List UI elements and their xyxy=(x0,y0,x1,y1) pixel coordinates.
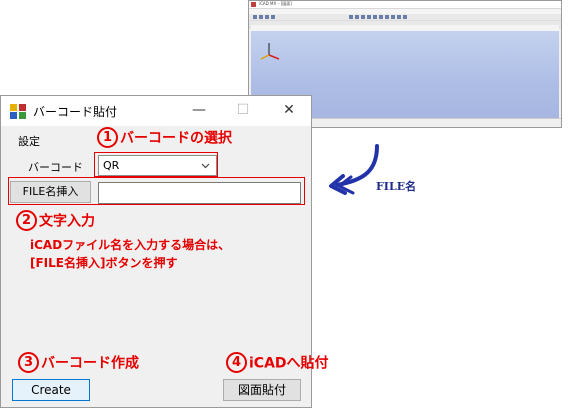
minimize-button[interactable]: — xyxy=(188,100,210,120)
toolbar-icon[interactable] xyxy=(349,15,353,19)
toolbar-icon[interactable] xyxy=(397,15,401,19)
toolbar-icon[interactable] xyxy=(391,15,395,19)
step4-number: 4 xyxy=(226,352,247,373)
step2-note-line1: iCADファイル名を入力する場合は、 xyxy=(30,238,231,252)
app-toolbar[interactable] xyxy=(249,14,561,21)
create-button[interactable]: Create xyxy=(12,379,90,401)
toolbar-icon[interactable] xyxy=(253,15,257,19)
app-titlebar: iCAD MX – [図面] xyxy=(249,1,561,9)
step1-number: 1 xyxy=(97,127,118,148)
toolbar-icon[interactable] xyxy=(379,15,383,19)
step2-annotation: 2 文字入力 xyxy=(16,210,95,231)
toolbar-icon[interactable] xyxy=(367,15,371,19)
step2-text: 文字入力 xyxy=(39,213,95,230)
step4-annotation: 4 iCADへ貼付 xyxy=(226,352,329,373)
barcode-app-icon xyxy=(10,104,26,119)
step1-text: バーコードの選択 xyxy=(120,130,232,147)
toolbar-icon[interactable] xyxy=(385,15,389,19)
text-input-highlight xyxy=(8,177,305,205)
app-title: iCAD MX – [図面] xyxy=(259,1,292,6)
dialog-titlebar[interactable]: バーコード貼付 — ☐ ✕ xyxy=(1,96,311,126)
close-button[interactable]: ✕ xyxy=(278,100,300,120)
step4-text: iCADへ貼付 xyxy=(249,355,329,372)
step3-number: 3 xyxy=(18,352,39,373)
toolbar-icon[interactable] xyxy=(403,15,407,19)
app-logo-icon xyxy=(251,2,256,7)
step2-number: 2 xyxy=(16,210,37,231)
barcode-type-label: バーコード xyxy=(28,161,83,174)
coordinate-axis-icon xyxy=(260,43,280,60)
maximize-button: ☐ xyxy=(236,102,250,118)
barcode-select-highlight xyxy=(94,152,218,177)
toolbar-icon[interactable] xyxy=(355,15,359,19)
dialog-title: バーコード貼付 xyxy=(33,105,118,119)
step3-annotation: 3 バーコード作成 xyxy=(18,352,139,373)
toolbar-icon[interactable] xyxy=(373,15,377,19)
step2-note-line2: [FILE名挿入]ボタンを押す xyxy=(30,256,178,270)
step1-annotation: 1 バーコードの選択 xyxy=(97,127,232,148)
step3-text: バーコード作成 xyxy=(41,355,139,372)
toolbar-icon[interactable] xyxy=(265,15,269,19)
toolbar-icon[interactable] xyxy=(271,15,275,19)
menu-settings[interactable]: 設定 xyxy=(18,133,40,149)
arrow-label: FILE名 xyxy=(376,180,417,193)
toolbar-icon[interactable] xyxy=(361,15,365,19)
toolbar-icon[interactable] xyxy=(259,15,263,19)
paste-to-drawing-button[interactable]: 図面貼付 xyxy=(223,379,301,401)
